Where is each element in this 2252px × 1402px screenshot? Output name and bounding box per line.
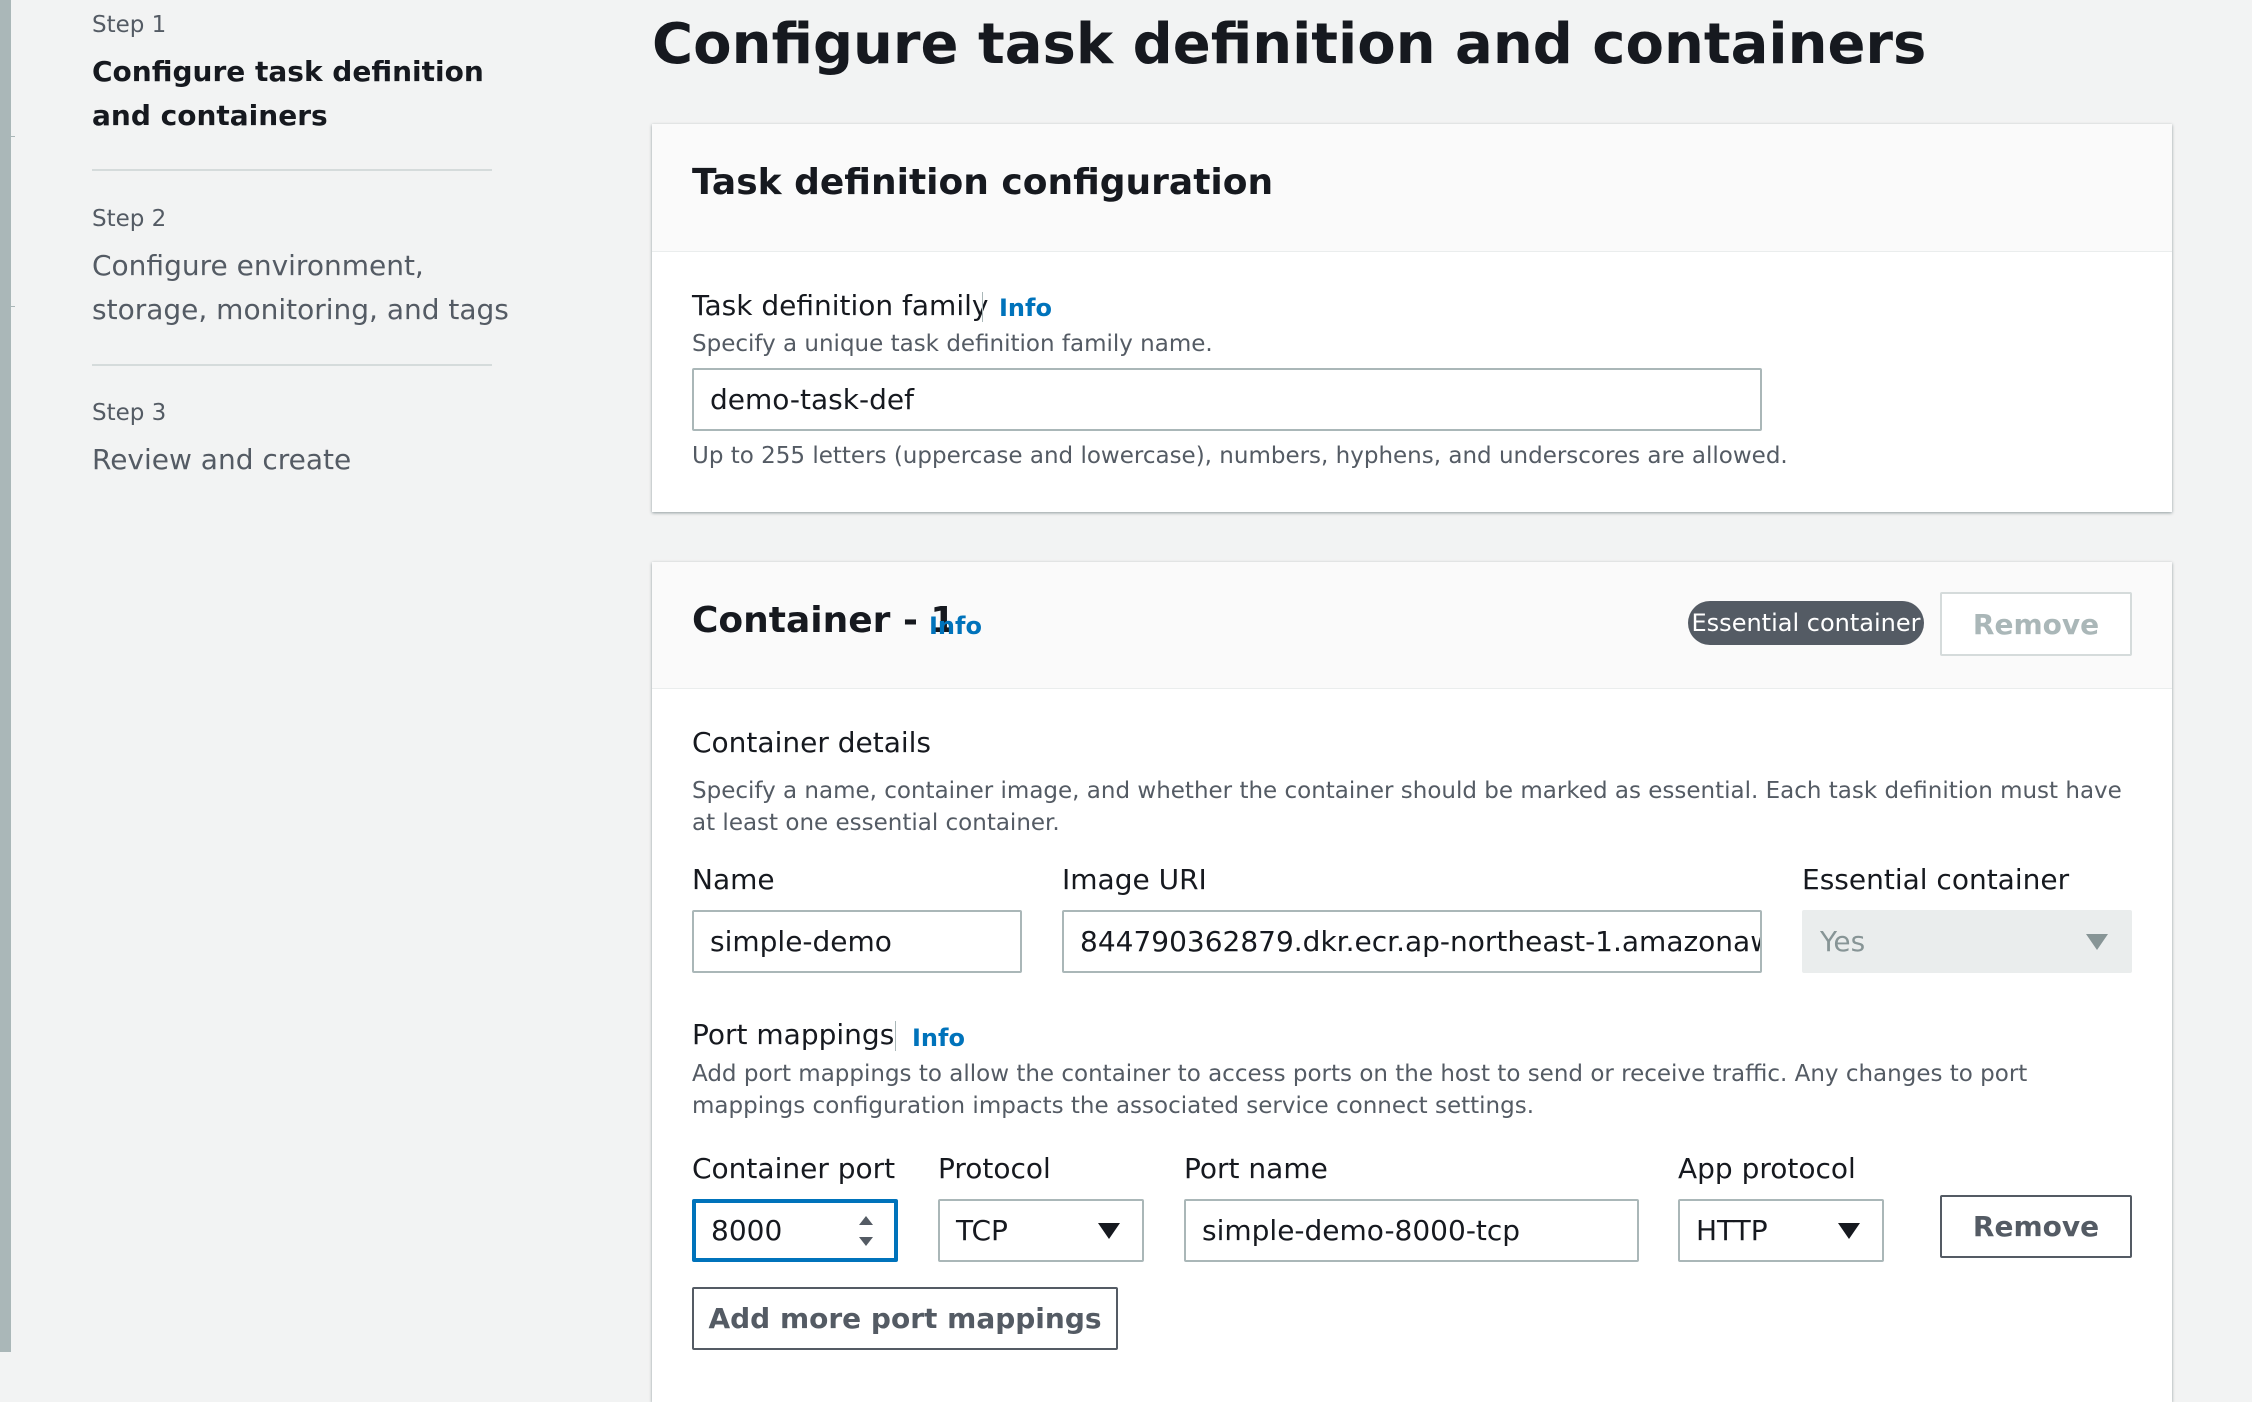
port-name-input[interactable]: simple-demo-8000-tcp — [1184, 1199, 1639, 1262]
step-2-link[interactable]: Configure environment, storage, monitori… — [92, 244, 512, 332]
port-mappings-info-link[interactable]: Info — [912, 1024, 965, 1052]
port-mappings-title: Port mappings — [692, 1018, 895, 1051]
chevron-down-icon — [1098, 1222, 1120, 1239]
label-separator — [982, 292, 983, 322]
chevron-down-icon — [2086, 933, 2108, 950]
task-definition-config-panel: Task definition configuration Task defin… — [652, 124, 2172, 512]
container-1-panel: Container - 1 Info Essential container R… — [652, 562, 2172, 1402]
step-1-number: Step 1 — [92, 12, 167, 38]
number-stepper-icon[interactable] — [859, 1215, 873, 1246]
container-name-input[interactable]: simple-demo — [692, 910, 1022, 973]
image-uri-input[interactable]: 844790362879.dkr.ecr.ap-northeast-1.amaz… — [1062, 910, 1762, 973]
step-1-title: Configure task definition and containers — [92, 55, 484, 132]
app-protocol-value: HTTP — [1696, 1214, 1768, 1247]
edge-tick — [11, 306, 15, 307]
task-def-config-heading: Task definition configuration — [692, 162, 1274, 203]
step-3-link[interactable]: Review and create — [92, 438, 512, 482]
edge-tick — [11, 136, 15, 137]
essential-container-label: Essential container — [1802, 863, 2070, 896]
task-def-family-input[interactable]: demo-task-def — [692, 368, 1762, 431]
task-def-family-label: Task definition family — [692, 289, 989, 322]
container-info-link[interactable]: Info — [929, 612, 982, 640]
port-mappings-description: Add port mappings to allow the container… — [692, 1061, 2028, 1119]
remove-port-mapping-button[interactable]: Remove — [1940, 1195, 2132, 1258]
essential-container-badge: Essential container — [1688, 601, 1924, 645]
task-def-family-description: Specify a unique task definition family … — [692, 331, 1213, 357]
protocol-select[interactable]: TCP — [938, 1199, 1144, 1262]
task-def-family-constraint: Up to 255 letters (uppercase and lowerca… — [692, 443, 1788, 469]
image-uri-label: Image URI — [1062, 863, 1207, 896]
step-divider — [92, 364, 492, 366]
remove-container-button[interactable]: Remove — [1940, 592, 2132, 656]
container-details-description: Specify a name, container image, and whe… — [692, 778, 2122, 836]
app-protocol-select[interactable]: HTTP — [1678, 1199, 1884, 1262]
step-3-number: Step 3 — [92, 400, 167, 426]
step-2-number: Step 2 — [92, 206, 167, 232]
port-name-label: Port name — [1184, 1152, 1328, 1185]
app-protocol-label: App protocol — [1678, 1152, 1856, 1185]
step-divider — [92, 169, 492, 171]
container-heading: Container - 1 — [692, 600, 956, 641]
name-label: Name — [692, 863, 775, 896]
left-edge-bar — [0, 0, 11, 1352]
chevron-down-icon — [1838, 1222, 1860, 1239]
protocol-label: Protocol — [938, 1152, 1051, 1185]
container-port-input[interactable]: 8000 — [692, 1199, 898, 1262]
add-more-port-mappings-button[interactable]: Add more port mappings — [692, 1287, 1118, 1350]
container-port-value: 8000 — [711, 1214, 783, 1247]
essential-container-select: Yes — [1802, 910, 2132, 973]
label-separator — [895, 1021, 896, 1051]
container-port-label: Container port — [692, 1152, 896, 1185]
container-details-title: Container details — [692, 726, 932, 759]
protocol-value: TCP — [956, 1214, 1008, 1247]
essential-container-value: Yes — [1820, 925, 1866, 958]
task-def-family-info-link[interactable]: Info — [999, 294, 1052, 322]
page-title: Configure task definition and containers — [652, 12, 1927, 77]
